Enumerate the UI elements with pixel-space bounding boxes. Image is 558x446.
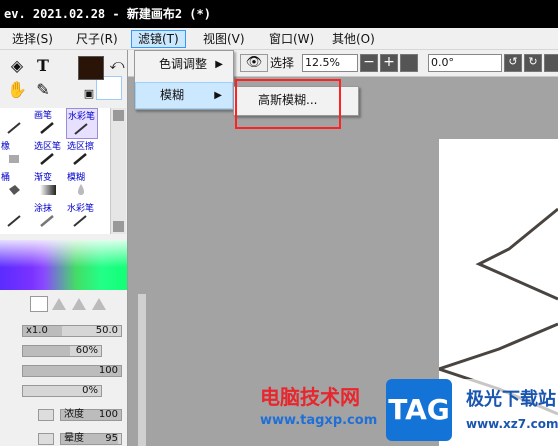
- eye-icon[interactable]: 👁: [240, 54, 268, 72]
- watermark-url2: www.xz7.com: [466, 417, 558, 431]
- brush-size-row: x1.0 50.0: [0, 322, 126, 340]
- chevron-right-icon: ▶: [215, 59, 223, 70]
- shape-select-icon[interactable]: ◈: [6, 54, 28, 76]
- watermark-download: 极光下载站: [466, 389, 556, 410]
- color-picker-shade: [0, 240, 127, 290]
- smudge-brush-icon: [40, 215, 54, 227]
- watermark: 电脑技术网 www.tagxp.com TAG 极光下载站 www.xz7.co…: [256, 379, 558, 443]
- scroll-up-icon[interactable]: [113, 110, 124, 121]
- text-tool-icon[interactable]: T: [32, 54, 54, 76]
- brush-slot[interactable]: 橡: [0, 139, 32, 170]
- window-title: ev. 2021.02.28 - 新建画布2 (*): [0, 0, 558, 28]
- filter-menu: 色调调整 ▶ 模糊 ▶: [134, 50, 234, 110]
- scroll-down-icon[interactable]: [113, 221, 124, 232]
- zoom-reset-button[interactable]: [400, 54, 418, 72]
- brush-slot[interactable]: [0, 108, 32, 139]
- brush-slot[interactable]: [0, 201, 32, 232]
- menu-select[interactable]: 选择(S): [6, 30, 59, 48]
- brush-icon: [40, 122, 54, 134]
- shape-triangle-icon[interactable]: [72, 298, 86, 310]
- zoom-field[interactable]: 12.5%: [302, 54, 358, 72]
- watermark-tag-logo: TAG: [386, 379, 452, 441]
- shape-triangle-icon[interactable]: [92, 298, 106, 310]
- smudge-icon: [7, 215, 21, 227]
- min-size-row: 60%: [0, 342, 126, 360]
- tool-selector: ◈ T ✋ ✎ ⤺ ▣: [0, 50, 128, 106]
- menu-item-tone-adjust[interactable]: 色调调整 ▶: [135, 51, 233, 78]
- density-row: 100: [0, 362, 126, 380]
- menu-ruler[interactable]: 尺子(R): [70, 30, 124, 48]
- rotate-right-button[interactable]: ↻: [524, 54, 542, 72]
- menu-view[interactable]: 视图(V): [197, 30, 251, 48]
- transparent-color-icon[interactable]: ▣: [78, 82, 100, 104]
- watercolor2-icon: [73, 215, 87, 227]
- menu-filter[interactable]: 滤镜(T): [131, 30, 186, 48]
- menu-other[interactable]: 其他(O): [326, 30, 381, 48]
- brush-grid: 画笔 水彩笔 橡 选区笔 选区擦 桶 渐变 模糊 涂抹 水彩笔: [0, 108, 110, 234]
- brush-scrollbar[interactable]: [110, 108, 126, 234]
- foreground-color-swatch[interactable]: [78, 56, 104, 80]
- highlight-box: [235, 79, 341, 129]
- density-slider[interactable]: 100: [22, 365, 122, 377]
- blend-slider[interactable]: 0%: [22, 385, 102, 397]
- brush-slot[interactable]: 涂抹: [33, 201, 65, 232]
- min-size-slider[interactable]: 60%: [22, 345, 102, 357]
- menu-bar: 选择(S) 尺子(R) 滤镜(T) 视图(V) 窗口(W) 其他(O): [0, 28, 558, 50]
- density2-row: 浓度 100: [0, 406, 126, 424]
- brush-shape-selector: [30, 296, 126, 314]
- rotate-reset-button[interactable]: [544, 54, 558, 72]
- hand-icon[interactable]: ✋: [6, 78, 28, 100]
- tool-panel: ◈ T ✋ ✎ ⤺ ▣ 画笔 水彩笔 橡 选区笔 选区擦 桶 渐变 模糊 涂抹 …: [0, 50, 128, 446]
- gradient-icon: [40, 185, 56, 195]
- menu-item-blur[interactable]: 模糊 ▶: [135, 82, 233, 109]
- eyedropper-icon[interactable]: ✎: [32, 78, 54, 100]
- brush-slot[interactable]: 选区擦: [66, 139, 98, 170]
- brush-slot[interactable]: 选区笔: [33, 139, 65, 170]
- bucket-icon: [9, 185, 20, 195]
- density2-slider[interactable]: 浓度 100: [60, 409, 122, 421]
- brush-slot[interactable]: 画笔: [33, 108, 65, 139]
- dilution-dropdown[interactable]: [38, 433, 54, 445]
- brush-size-slider[interactable]: x1.0 50.0: [22, 325, 122, 337]
- dilution-row: 晕度 95: [0, 430, 126, 446]
- blur-drop-icon: [78, 184, 84, 195]
- eraser-icon: [9, 155, 19, 163]
- zoom-out-button[interactable]: −: [360, 54, 378, 72]
- vertical-scrollbar[interactable]: [138, 294, 146, 446]
- brush-slot[interactable]: 水彩笔: [66, 108, 98, 139]
- chevron-right-icon: ▶: [214, 90, 222, 101]
- rotation-field[interactable]: 0.0°: [428, 54, 502, 72]
- rotate-left-button[interactable]: ↺: [504, 54, 522, 72]
- watermark-title: 电脑技术网: [260, 385, 360, 409]
- menu-window[interactable]: 窗口(W): [263, 30, 320, 48]
- brush-slot[interactable]: 桶: [0, 170, 32, 201]
- blend-row: 0%: [0, 382, 126, 400]
- select-label: 选择: [270, 56, 295, 70]
- pen-icon: [7, 122, 21, 134]
- selection-eraser-icon: [73, 153, 87, 165]
- brush-slot[interactable]: 水彩笔: [66, 201, 98, 232]
- dilution-slider[interactable]: 晕度 95: [60, 433, 122, 445]
- shape-square-icon[interactable]: [30, 296, 48, 312]
- shape-triangle-icon[interactable]: [52, 298, 66, 310]
- selection-pen-icon: [40, 153, 54, 165]
- brush-slot[interactable]: 模糊: [66, 170, 98, 201]
- watercolor-icon: [74, 123, 88, 135]
- watermark-url: www.tagxp.com: [260, 413, 378, 428]
- swap-colors-icon[interactable]: ⤺: [106, 54, 128, 76]
- density-dropdown[interactable]: [38, 409, 54, 421]
- zoom-in-button[interactable]: +: [380, 54, 398, 72]
- brush-slot[interactable]: 渐变: [33, 170, 65, 201]
